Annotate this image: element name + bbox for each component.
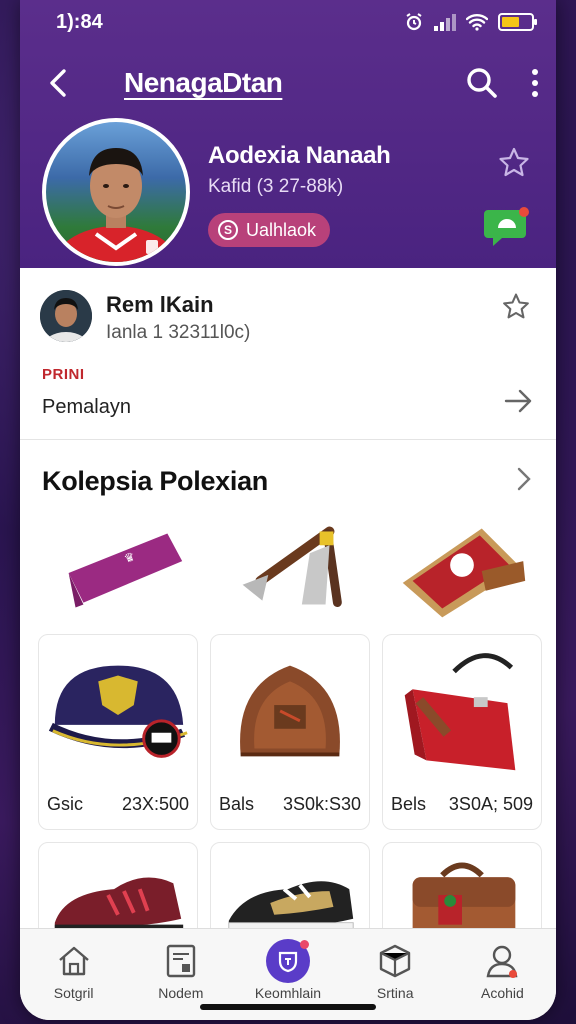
nav-label: Sotgril	[53, 985, 94, 1001]
product-price: 3S0k:S30	[282, 794, 361, 814]
app-bar: NenagaDtan	[20, 58, 556, 108]
profile-avatar[interactable]	[42, 118, 190, 266]
signal-icon	[434, 13, 456, 31]
row-text: Pemalayn	[42, 396, 131, 418]
app-title: NenagaDtan	[124, 67, 283, 98]
arrow-right-icon[interactable]	[504, 388, 534, 414]
product-label: Bals	[219, 794, 255, 814]
profile-badge-label: Ualhlaok	[246, 219, 317, 240]
user-icon	[484, 943, 520, 979]
star-icon[interactable]	[502, 292, 530, 320]
nav-label: Acohid	[481, 985, 524, 1001]
product-price: 3S0A; 509	[448, 794, 533, 814]
search-icon[interactable]	[466, 67, 498, 99]
product-tile[interactable]: Bals 3S0k:S30	[210, 634, 370, 830]
nav-label: Keomhlain	[254, 985, 322, 1001]
box-icon	[377, 943, 413, 979]
player-name: Rem lKain	[106, 292, 214, 317]
player-card[interactable]: Rem lKain Ianla 1 32311l0c) PRINI Pemala…	[20, 268, 556, 440]
document-icon	[163, 943, 199, 979]
status-icons	[404, 12, 537, 32]
nav-item-profile[interactable]: Acohid	[449, 929, 556, 1020]
profile-name: Aodexia Nanaah	[208, 142, 391, 169]
chat-icon[interactable]	[484, 206, 530, 248]
product-label: Gsic	[47, 794, 83, 814]
product-tile[interactable]	[210, 512, 370, 622]
bag-image	[240, 665, 340, 757]
chevron-right-icon[interactable]	[516, 466, 532, 492]
shield-icon	[266, 939, 310, 983]
battery-icon	[498, 13, 537, 31]
profile-badge-button[interactable]: S Ualhlaok	[208, 213, 331, 247]
nav-label: Srtina	[376, 985, 414, 1001]
profile-subtitle: Kafid (3 27-88k)	[208, 176, 344, 197]
product-label: Bels	[391, 794, 427, 814]
handbag-image	[404, 653, 516, 771]
scarf-image: ♛	[68, 533, 183, 608]
status-time: 1):84	[56, 10, 103, 33]
player-subtitle: Ianla 1 32311l0c)	[106, 322, 251, 343]
product-tile[interactable]: Gsic 23X:500	[38, 634, 198, 830]
status-bar: 1):84	[20, 0, 556, 44]
product-tile[interactable]: Bels 3S0A; 509	[382, 634, 542, 830]
back-arrow-icon[interactable]	[38, 68, 78, 98]
wifi-icon	[466, 14, 488, 31]
player-portrait	[51, 148, 181, 262]
player-avatar	[40, 290, 92, 342]
section-title: Kolepsia Polexian	[42, 466, 268, 496]
home-icon	[56, 943, 92, 979]
nav-item-home[interactable]: Sotgril	[20, 929, 127, 1020]
product-tile[interactable]: ♛	[38, 512, 198, 622]
wallet-image	[402, 528, 526, 618]
alarm-icon	[406, 13, 422, 31]
nav-label: Nodem	[158, 985, 204, 1001]
tools-image	[242, 526, 342, 608]
product-price: 23X:500	[121, 794, 189, 814]
cap-image	[48, 665, 188, 758]
favorite-star-icon[interactable]	[498, 146, 530, 178]
dollar-icon: S	[218, 220, 238, 240]
home-indicator	[200, 1004, 376, 1010]
phone-screen: 1):84 NenagaDtan Aodexia Nanaah Kafid (3…	[20, 0, 556, 1020]
category-label: PRINI	[42, 366, 85, 383]
more-options-icon[interactable]	[532, 69, 538, 97]
profile-header: 1):84 NenagaDtan Aodexia Nanaah Kafid (3…	[20, 0, 556, 268]
product-tile[interactable]	[382, 512, 542, 622]
